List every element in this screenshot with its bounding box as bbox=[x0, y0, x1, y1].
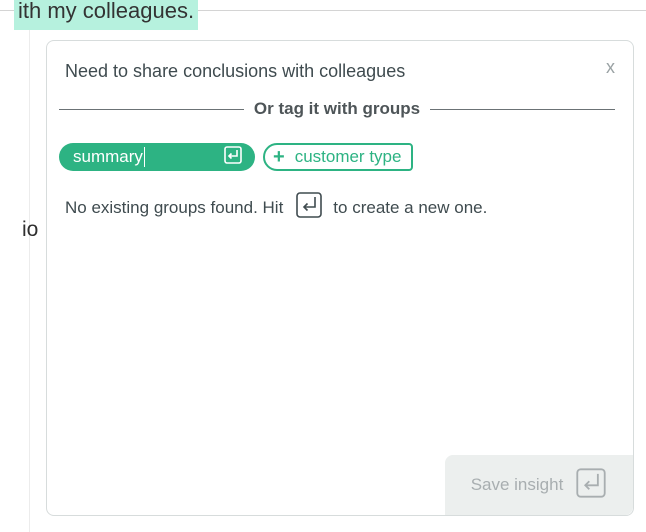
enter-key-icon bbox=[575, 467, 607, 504]
divider-line-left bbox=[59, 108, 244, 110]
enter-key-icon bbox=[295, 191, 323, 224]
text-caret bbox=[143, 147, 145, 167]
tag-input-value-wrap: summary bbox=[73, 147, 217, 167]
section-divider: Or tag it with groups bbox=[59, 97, 615, 121]
hint-prefix: No existing groups found. Hit bbox=[65, 197, 284, 217]
tag-row: summary + customer type bbox=[59, 143, 414, 171]
group-tag-input[interactable]: summary bbox=[59, 143, 255, 171]
hint-suffix: to create a new one. bbox=[333, 197, 488, 217]
highlighted-document-text[interactable]: ith my colleagues. bbox=[14, 0, 199, 30]
close-button[interactable]: x bbox=[606, 57, 615, 78]
document-left-border bbox=[29, 0, 30, 532]
plus-icon: + bbox=[273, 146, 285, 168]
enter-key-icon[interactable] bbox=[223, 145, 243, 170]
divider-label: Or tag it with groups bbox=[253, 99, 421, 118]
document-text-fragment: io bbox=[22, 218, 39, 241]
divider-line-right bbox=[430, 108, 615, 110]
insight-popup: Need to share conclusions with colleague… bbox=[46, 40, 634, 516]
add-tag-customer-type[interactable]: + customer type bbox=[263, 143, 414, 171]
save-insight-button[interactable]: Save insight bbox=[445, 455, 633, 515]
save-insight-label: Save insight bbox=[470, 475, 564, 494]
page: ith my colleagues. io Need to share conc… bbox=[0, 0, 646, 532]
popup-title: Need to share conclusions with colleague… bbox=[65, 61, 406, 81]
tag-input-value: summary bbox=[73, 147, 143, 166]
tag-suggestion-label: customer type bbox=[294, 147, 402, 166]
no-groups-hint: No existing groups found. Hit to create … bbox=[65, 191, 487, 224]
